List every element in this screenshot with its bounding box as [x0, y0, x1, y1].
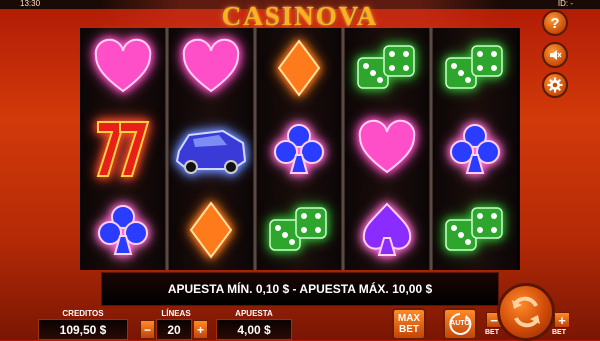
credits-value: 109,50 $ [38, 319, 128, 340]
reel-2 [169, 28, 253, 270]
reel-symbol-dice [345, 28, 429, 108]
bet-increase-label: BET [552, 329, 566, 336]
reel-symbol-seven [81, 109, 165, 189]
lines-value: 20 [156, 319, 192, 340]
bet-decrease-label: BET [485, 329, 499, 336]
reel-symbol-club [433, 109, 517, 189]
reel-4 [345, 28, 429, 270]
reel-symbol-dice [433, 28, 517, 108]
credits-label: CREDITOS [62, 309, 104, 318]
reel-symbol-dice [433, 190, 517, 270]
max-bet-line1: MAX [397, 313, 421, 324]
reel-symbol-diamond [169, 190, 253, 270]
max-bet-button[interactable]: MAX BET [392, 308, 426, 340]
lines-decrease-button[interactable]: − [140, 320, 155, 339]
reel-area [80, 28, 520, 270]
reel-3 [257, 28, 341, 270]
reel-1 [81, 28, 165, 270]
reel-symbol-club [81, 190, 165, 270]
sound-button[interactable] [542, 42, 568, 68]
bet-increase-button[interactable]: + [554, 312, 570, 328]
reel-divider [429, 28, 433, 270]
bet-value: 4,00 $ [216, 319, 292, 340]
settings-button[interactable] [542, 72, 568, 98]
spin-button[interactable] [497, 283, 555, 341]
reel-symbol-diamond [257, 28, 341, 108]
reel-symbol-dice [257, 190, 341, 270]
max-bet-line2: BET [399, 324, 419, 335]
bet-label: APUESTA [235, 309, 273, 318]
spin-arrows-icon [512, 296, 540, 328]
reel-symbol-club [257, 109, 341, 189]
reel-symbol-heart [169, 28, 253, 108]
autoplay-label: AUTO [450, 320, 470, 327]
lines-increase-button[interactable]: + [193, 320, 208, 339]
lines-label: LÍNEAS [161, 309, 191, 318]
reel-divider [253, 28, 257, 270]
question-icon: ? [550, 14, 560, 32]
autoplay-button[interactable]: AUTO [443, 308, 477, 340]
reel-symbol-car [169, 109, 253, 189]
bet-limits-message: APUESTA MÍN. 0,10 $ - APUESTA MÁX. 10,00… [101, 272, 499, 306]
speaker-mute-icon [550, 50, 562, 60]
reel-symbol-heart [345, 109, 429, 189]
help-button[interactable]: ? [542, 10, 568, 36]
reel-symbol-heart [81, 28, 165, 108]
reel-divider [165, 28, 169, 270]
reel-divider [341, 28, 345, 270]
reel-symbol-spade [345, 190, 429, 270]
reel-5 [433, 28, 517, 270]
gear-icon [547, 77, 563, 93]
